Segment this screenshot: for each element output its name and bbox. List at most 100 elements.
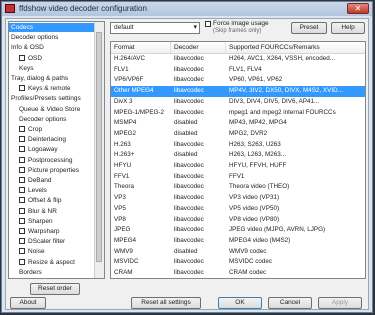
tree-item[interactable]: DScaler filter xyxy=(9,237,95,246)
tree-item[interactable]: Queue & Video Store xyxy=(9,105,95,114)
cell-format: VP3 xyxy=(114,194,126,202)
apply-button[interactable]: Apply xyxy=(318,297,362,309)
table-row[interactable]: Theora libavcodec Theora video (THEO) xyxy=(111,182,365,193)
tree-item[interactable]: Codecs xyxy=(9,23,95,32)
tree-item[interactable]: Profiles/Presets settings xyxy=(9,94,95,103)
tree-item-checkbox[interactable] xyxy=(19,187,25,194)
force-image-sublabel: (Skip frames only) xyxy=(213,28,262,34)
tree-item-checkbox[interactable] xyxy=(19,146,25,153)
header-remarks[interactable]: Supported FOURCCs/Remarks xyxy=(226,42,365,53)
tree-item[interactable]: Crop xyxy=(9,125,95,134)
table-row[interactable]: MSMP4 disabled MP43, MP42, MPG4 xyxy=(111,118,365,129)
tree-item-checkbox[interactable] xyxy=(19,217,25,224)
tree-item-label: Levels xyxy=(28,187,47,195)
table-row[interactable]: WMV9 disabled WMV9 codec xyxy=(111,247,365,258)
tree-item-checkbox[interactable] xyxy=(19,54,25,61)
tree-item-label: Warpsharp xyxy=(28,228,60,235)
cell-decoder: libavcodec xyxy=(174,194,204,202)
tree-item[interactable]: Deinterlacing xyxy=(9,135,95,144)
tree-item-checkbox[interactable] xyxy=(19,248,25,255)
tree-item[interactable]: Decoder options xyxy=(9,115,95,124)
profile-dropdown[interactable]: default ▾ xyxy=(110,22,200,34)
about-button[interactable]: About xyxy=(10,297,46,309)
close-button[interactable]: ✕ xyxy=(347,3,369,14)
tree-item-checkbox[interactable] xyxy=(19,136,25,143)
ok-button[interactable]: OK xyxy=(218,297,262,309)
tree-item[interactable]: Levels xyxy=(9,186,95,195)
tree-item[interactable]: Picture properties xyxy=(9,166,95,175)
cell-decoder: libavcodec xyxy=(174,215,204,223)
title-bar[interactable]: ffdshow video decoder configuration ✕ xyxy=(2,2,372,16)
table-row[interactable]: H.263+ disabled H263, L263, M263... xyxy=(111,150,365,161)
table-row[interactable]: MSVIDC libavcodec MSVIDC codec xyxy=(111,257,365,268)
tree-item[interactable]: DeBand xyxy=(9,176,95,185)
help-button[interactable]: Help xyxy=(331,22,365,34)
table-row[interactable]: H.264/AVC libavcodec H264, AVC1, X264, VSS… xyxy=(111,54,365,65)
table-row[interactable]: VP8 libavcodec VP8 video (VP80) xyxy=(111,215,365,226)
table-row[interactable]: MPEG2 disabled MPG2, DVR2 xyxy=(111,129,365,140)
tree-item[interactable]: Blur & NR xyxy=(9,207,95,216)
cell-format: Other MPEG4 xyxy=(114,87,154,95)
preset-button[interactable]: Preset xyxy=(291,22,327,34)
header-decoder[interactable]: Decoder xyxy=(171,42,226,53)
tree-item-checkbox[interactable] xyxy=(19,207,25,214)
table-row[interactable]: HFYU libavcodec HFYU, FFVH, HUFF xyxy=(111,161,365,172)
tree-item[interactable]: Noise xyxy=(9,247,95,256)
tree-item[interactable]: Offset & flip xyxy=(9,196,95,205)
tree-item-checkbox[interactable] xyxy=(19,126,25,132)
chevron-down-icon: ▾ xyxy=(193,24,197,31)
tree-item[interactable]: Borders xyxy=(9,268,95,277)
table-row[interactable]: VP3 libavcodec VP3 video (VP31) xyxy=(111,193,365,204)
cell-decoder: libavcodec xyxy=(174,108,204,116)
tree-item-checkbox[interactable] xyxy=(19,177,25,183)
cell-remarks: H263, S263, U263 xyxy=(229,140,281,148)
tree-item[interactable]: Logoaway xyxy=(9,145,95,154)
tree-item[interactable]: Keys xyxy=(9,64,95,73)
cell-format: WMV9 xyxy=(114,247,133,255)
table-row[interactable]: Other MPEG4 libavcodec MP4V, 3IV2, DX50, D… xyxy=(111,86,365,97)
tree-item-label: DeBand xyxy=(28,177,52,184)
table-row[interactable]: DivX 3 libavcodec DIV3, DIV4, DIV5, DIV6, … xyxy=(111,97,365,108)
table-row[interactable]: CRAM libavcodec CRAM codec xyxy=(111,268,365,278)
tree-item[interactable]: Keys & remote xyxy=(9,84,95,93)
table-row[interactable]: FFV1 libavcodec FFV1 xyxy=(111,172,365,183)
cancel-button[interactable]: Cancel xyxy=(268,297,312,309)
tree-item-checkbox[interactable] xyxy=(19,197,25,204)
table-row[interactable]: FLV1 libavcodec FLV1, FLV4 xyxy=(111,65,365,76)
reset-all-button[interactable]: Reset all settings xyxy=(131,297,201,309)
table-row[interactable]: MPEG-1/MPEG-2 libavcodec mpeg1 and mpeg2 i… xyxy=(111,108,365,119)
tree-item[interactable]: Tray, dialog & paths xyxy=(9,74,95,83)
tree-item-label: DScaler filter xyxy=(28,238,66,246)
tree-item[interactable]: Resize & aspect xyxy=(9,258,95,267)
tree-item-label: Blur & NR xyxy=(28,207,57,215)
tree-item-label: Keys & remote xyxy=(28,85,71,93)
cell-remarks: JPEG video (MJPG, AVRN, LJPG) xyxy=(229,226,326,234)
header-format[interactable]: Format xyxy=(111,42,171,53)
table-row[interactable]: VP6/VP6F libavcodec VP60, VP61, VP62 xyxy=(111,75,365,86)
tree-item-checkbox[interactable] xyxy=(19,258,25,265)
table-row[interactable]: VP5 libavcodec VP5 video (VP50) xyxy=(111,204,365,215)
tree-scrollbar[interactable] xyxy=(94,22,104,278)
tree-item[interactable]: OSD xyxy=(9,54,95,63)
force-image-checkbox[interactable] xyxy=(205,21,211,27)
tree-item[interactable]: Warpsharp xyxy=(9,227,95,236)
force-image-label: Force image usage xyxy=(213,20,269,27)
table-row[interactable]: JPEG libavcodec JPEG video (MJPG, AVRN, LJ… xyxy=(111,225,365,236)
table-row[interactable]: MPEG4 libavcodec MPEG4 video (M4S2) xyxy=(111,236,365,247)
tree-item[interactable]: Decoder options xyxy=(9,33,95,42)
tree-item[interactable]: Sharpen xyxy=(9,217,95,226)
table-row[interactable]: H.263 libavcodec H263, S263, U263 xyxy=(111,140,365,151)
tree-item-checkbox[interactable] xyxy=(19,228,25,234)
settings-tree[interactable]: Codecs Decoder options Info & OSD OSD Keys Tr… xyxy=(8,21,105,279)
tree-item-checkbox[interactable] xyxy=(19,238,25,245)
tree-item[interactable]: Postprocessing xyxy=(9,156,95,165)
tree-item-checkbox[interactable] xyxy=(19,156,25,163)
tree-item-checkbox[interactable] xyxy=(19,85,25,92)
codecs-table[interactable]: Format Decoder Supported FOURCCs/Remarks… xyxy=(110,41,366,279)
app-icon xyxy=(5,4,15,13)
cell-format: VP8 xyxy=(114,215,126,223)
reset-order-button[interactable]: Reset order xyxy=(30,283,80,295)
scrollbar-thumb[interactable] xyxy=(96,32,102,262)
tree-item[interactable]: Info & OSD xyxy=(9,43,95,52)
tree-item-checkbox[interactable] xyxy=(19,166,25,173)
